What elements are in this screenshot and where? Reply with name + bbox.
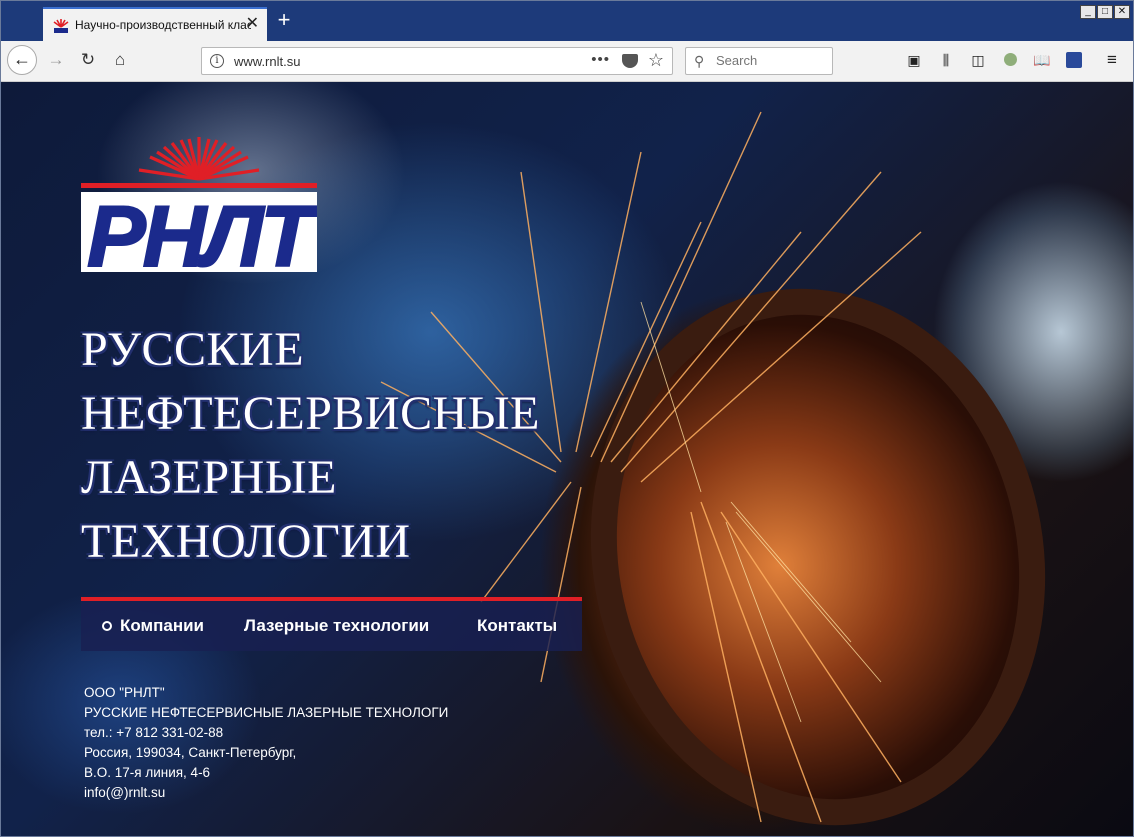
main-menu: Компании Лазерные технологии Контакты xyxy=(81,597,582,651)
url-text[interactable]: www.rnlt.su xyxy=(234,54,300,69)
active-bullet-icon xyxy=(102,621,112,631)
library-icon[interactable]: ⫼ xyxy=(937,51,955,69)
home-icon[interactable]: ⌂ xyxy=(109,49,131,71)
address-bar[interactable]: i www.rnlt.su ••• ☆ xyxy=(201,47,673,75)
tab-close-icon[interactable]: ✕ xyxy=(246,14,259,34)
contact-info: ООО "РНЛТ" РУССКИЕ НЕФТЕСЕРВИСНЫЕ ЛАЗЕРН… xyxy=(84,683,450,803)
search-input[interactable] xyxy=(716,53,826,68)
extension-icon[interactable] xyxy=(1001,51,1019,69)
address-line-1: Россия, 199034, Санкт-Петербург, xyxy=(84,745,297,760)
address-line-2: В.О. 17-я линия, 4-6 xyxy=(84,765,211,780)
logo-text: РНЛТ xyxy=(87,189,317,277)
company-full-name: РУССКИЕ НЕФТЕСЕРВИСНЫЕ ЛАЗЕРНЫЕ ТЕХНОЛОГ… xyxy=(84,705,449,720)
email-link[interactable]: info(@)rnlt.su xyxy=(84,783,450,803)
new-tab-button[interactable]: + xyxy=(273,9,295,33)
navigation-toolbar: ← → ↻ ⌂ i www.rnlt.su ••• ☆ ⚲ ▣ ⫼ ◫ 📖 ≡ xyxy=(1,41,1133,82)
page-viewport: РНЛТ РУССКИЕ НЕФТЕСЕРВИСНЫЕ ЛАЗЕРНЫЕ ТЕХ… xyxy=(1,82,1133,836)
hamburger-menu-icon[interactable]: ≡ xyxy=(1103,51,1121,69)
reader-view-icon[interactable]: ▣ xyxy=(905,51,923,69)
browser-window: Научно-производственный клас ✕ + _ □ ✕ ←… xyxy=(0,0,1134,837)
close-window-button[interactable]: ✕ xyxy=(1114,5,1130,19)
site-favicon-icon xyxy=(53,19,69,33)
menu-item-laser-technologies[interactable]: Лазерные технологии xyxy=(244,616,429,636)
minimize-button[interactable]: _ xyxy=(1080,5,1096,19)
menu-item-contacts[interactable]: Контакты xyxy=(477,616,557,636)
heading-line: РУССКИЕ xyxy=(81,323,305,376)
menu-item-companies[interactable]: Компании xyxy=(120,616,204,636)
sidebar-icon[interactable]: ◫ xyxy=(969,51,987,69)
heading-line: ТЕХНОЛОГИИ xyxy=(81,515,411,568)
page-actions-icon[interactable]: ••• xyxy=(591,51,610,68)
search-bar[interactable]: ⚲ xyxy=(685,47,833,75)
company-logo: РНЛТ xyxy=(81,137,317,277)
page-heading: РУССКИЕ НЕФТЕСЕРВИСНЫЕ ЛАЗЕРНЫЕ ТЕХНОЛОГ… xyxy=(81,318,540,574)
info-icon[interactable]: i xyxy=(210,54,224,68)
reload-icon[interactable]: ↻ xyxy=(77,49,99,71)
bookmark-star-icon[interactable]: ☆ xyxy=(648,50,664,71)
forward-arrow-icon[interactable]: → xyxy=(45,49,67,71)
stats-icon[interactable] xyxy=(1065,51,1083,69)
company-name: ООО "РНЛТ" xyxy=(84,685,165,700)
pocket-icon[interactable] xyxy=(622,54,638,68)
maximize-button[interactable]: □ xyxy=(1097,5,1113,19)
title-bar: Научно-производственный клас ✕ + _ □ ✕ xyxy=(1,1,1133,41)
search-icon: ⚲ xyxy=(694,53,705,69)
browser-tab[interactable]: Научно-производственный клас ✕ xyxy=(43,7,267,41)
reading-list-icon[interactable]: 📖 xyxy=(1033,51,1051,69)
tab-title: Научно-производственный клас xyxy=(75,18,251,32)
back-arrow-icon[interactable]: ← xyxy=(7,45,37,75)
phone-number: тел.: +7 812 331-02-88 xyxy=(84,725,224,740)
heading-line: ЛАЗЕРНЫЕ xyxy=(81,451,337,504)
heading-line: НЕФТЕСЕРВИСНЫЕ xyxy=(81,387,540,440)
